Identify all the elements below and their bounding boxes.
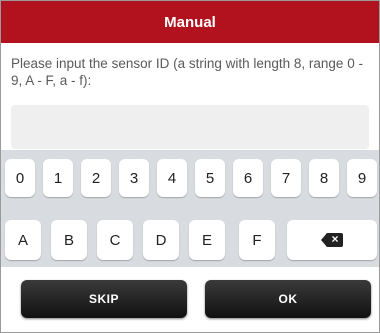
key-5[interactable]: 5 — [195, 159, 225, 197]
backspace-key[interactable]: × — [287, 220, 377, 260]
key-4[interactable]: 4 — [157, 159, 187, 197]
key-d[interactable]: D — [143, 220, 179, 260]
manual-sensor-id-dialog: Manual Please input the sensor ID (a str… — [0, 0, 380, 333]
key-2[interactable]: 2 — [81, 159, 111, 197]
key-7[interactable]: 7 — [271, 159, 301, 197]
key-f[interactable]: F — [239, 220, 275, 260]
dialog-title: Manual — [164, 13, 216, 31]
backspace-icon: × — [321, 232, 343, 247]
key-3[interactable]: 3 — [119, 159, 149, 197]
ok-button[interactable]: OK — [205, 280, 371, 318]
key-9[interactable]: 9 — [347, 159, 377, 197]
action-bar: SKIP OK — [1, 267, 379, 332]
key-0[interactable]: 0 — [5, 159, 35, 197]
key-e[interactable]: E — [189, 220, 225, 260]
key-1[interactable]: 1 — [43, 159, 73, 197]
key-6[interactable]: 6 — [233, 159, 263, 197]
key-b[interactable]: B — [51, 220, 87, 260]
skip-button[interactable]: SKIP — [21, 280, 187, 318]
instruction-text: Please input the sensor ID (a string wit… — [11, 56, 363, 88]
key-c[interactable]: C — [97, 220, 133, 260]
dialog-header: Manual — [1, 1, 379, 43]
key-8[interactable]: 8 — [309, 159, 339, 197]
key-a[interactable]: A — [5, 220, 41, 260]
sensor-id-input[interactable] — [11, 105, 369, 149]
